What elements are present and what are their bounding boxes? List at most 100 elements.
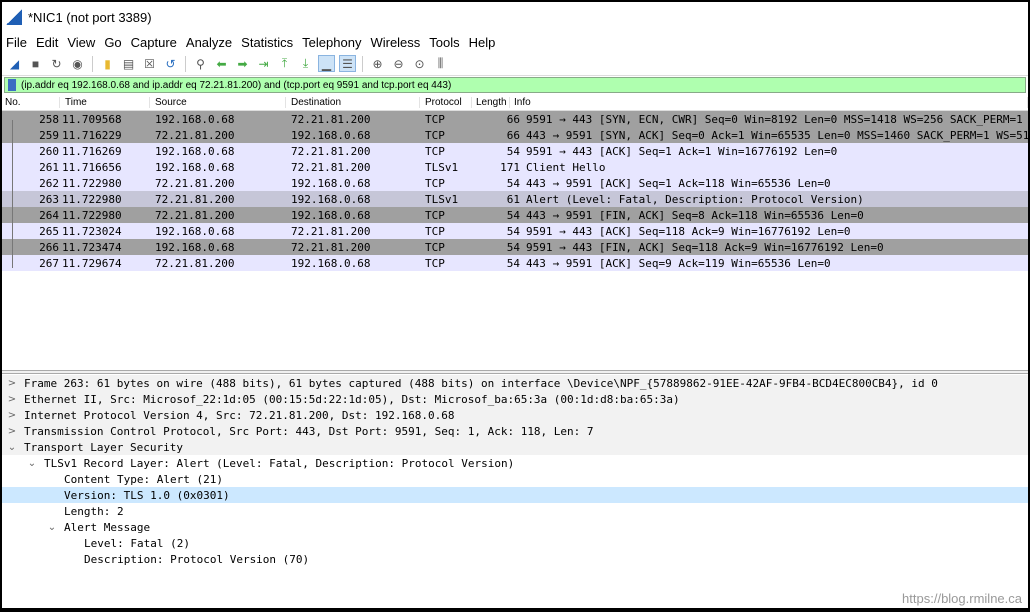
packet-no: 259 — [39, 128, 59, 142]
packet-row[interactable]: 259 11.716229 72.21.81.200 192.168.0.68 TCP 6… — [2, 127, 1028, 143]
column-header-no[interactable]: No. — [2, 96, 60, 108]
chevron-right-icon[interactable]: > — [6, 394, 18, 405]
packet-proto: TCP — [425, 208, 445, 222]
menu-file[interactable]: File — [6, 35, 27, 50]
packet-row[interactable]: 263 11.722980 72.21.81.200 192.168.0.68 TLSv… — [2, 191, 1028, 207]
packet-info: 443 → 9591 [ACK] Seq=9 Ack=119 Win=65536… — [526, 256, 831, 270]
packet-src: 72.21.81.200 — [155, 256, 235, 270]
packet-src: 192.168.0.68 — [155, 144, 235, 158]
save-icon[interactable]: ▤ — [120, 55, 137, 72]
column-header-length[interactable]: Length — [472, 96, 510, 108]
detail-row[interactable]: ⌄ TLSv1 Record Layer: Alert (Level: Fatal… — [2, 455, 1028, 471]
packet-proto: TCP — [425, 144, 445, 158]
menu-wireless[interactable]: Wireless — [370, 35, 420, 50]
restart-icon[interactable]: ↻ — [48, 55, 65, 72]
detail-row[interactable]: Version: TLS 1.0 (0x0301) — [2, 487, 1028, 503]
pane-splitter[interactable] — [2, 370, 1028, 374]
chevron-down-icon[interactable]: ⌄ — [26, 458, 38, 469]
menu-analyze[interactable]: Analyze — [186, 35, 232, 50]
display-filter-bar[interactable]: (ip.addr eq 192.168.0.68 and ip.addr eq … — [4, 77, 1026, 93]
find-icon[interactable]: ⚲ — [192, 55, 209, 72]
detail-text: Level: Fatal (2) — [84, 536, 190, 550]
first-packet-icon[interactable]: ⤒ — [276, 55, 293, 72]
detail-row[interactable]: Content Type: Alert (21) — [2, 471, 1028, 487]
display-filter-input[interactable]: (ip.addr eq 192.168.0.68 and ip.addr eq … — [21, 80, 451, 91]
stop-icon[interactable]: ■ — [27, 55, 44, 72]
detail-row[interactable]: > Transmission Control Protocol, Src Port… — [2, 423, 1028, 439]
window-title: *NIC1 (not port 3389) — [28, 9, 152, 25]
go-to-packet-icon[interactable]: ⇥ — [255, 55, 272, 72]
toolbar-separator — [92, 55, 93, 72]
zoom-out-icon[interactable]: ⊖ — [390, 55, 407, 72]
chevron-down-icon[interactable]: ⌄ — [46, 522, 58, 533]
packet-proto: TCP — [425, 240, 445, 254]
watermark: https://blog.rmilne.ca — [902, 591, 1022, 606]
packet-proto: TCP — [425, 176, 445, 190]
toolbar-separator — [185, 55, 186, 72]
packet-time: 11.716269 — [62, 144, 122, 158]
resize-columns-icon[interactable]: ⫼ — [432, 55, 449, 72]
packet-row[interactable]: 265 11.723024 192.168.0.68 72.21.81.200 TCP 5… — [2, 223, 1028, 239]
packet-row[interactable]: 261 11.716656 192.168.0.68 72.21.81.200 TLSv… — [2, 159, 1028, 175]
detail-text: Frame 263: 61 bytes on wire (488 bits), … — [24, 376, 938, 390]
detail-row[interactable]: ⌄ Transport Layer Security — [2, 439, 1028, 455]
open-icon[interactable]: ▮ — [99, 55, 116, 72]
normal-size-icon[interactable]: ⊙ — [411, 55, 428, 72]
detail-row[interactable]: Level: Fatal (2) — [2, 535, 1028, 551]
packet-len: 54 — [506, 240, 520, 254]
column-header-protocol[interactable]: Protocol — [420, 96, 472, 108]
zoom-in-icon[interactable]: ⊕ — [369, 55, 386, 72]
menu-statistics[interactable]: Statistics — [241, 35, 293, 50]
forward-icon[interactable]: ➡ — [234, 55, 251, 72]
packet-time: 11.723474 — [62, 240, 122, 254]
chevron-right-icon[interactable]: > — [6, 378, 18, 389]
packet-dst: 72.21.81.200 — [291, 112, 371, 126]
bookmark-icon[interactable] — [8, 79, 16, 91]
autoscroll-icon[interactable]: ▁ — [318, 55, 335, 72]
reload-icon[interactable]: ↺ — [162, 55, 179, 72]
column-header-time[interactable]: Time — [60, 96, 150, 108]
colorize-icon[interactable]: ☰ — [339, 55, 356, 72]
menu-capture[interactable]: Capture — [131, 35, 177, 50]
packet-row[interactable]: 264 11.722980 72.21.81.200 192.168.0.68 TCP 5… — [2, 207, 1028, 223]
detail-row[interactable]: > Internet Protocol Version 4, Src: 72.21… — [2, 407, 1028, 423]
menu-tools[interactable]: Tools — [429, 35, 459, 50]
main-toolbar: ◢ ■ ↻ ◉ ▮ ▤ ☒ ↺ ⚲ ⬅ ➡ ⇥ ⤒ ⤓ ▁ ☰ ⊕ ⊖ ⊙ ⫼ — [2, 52, 1028, 76]
back-icon[interactable]: ⬅ — [213, 55, 230, 72]
detail-row[interactable]: > Ethernet II, Src: Microsof_22:1d:05 (00… — [2, 391, 1028, 407]
column-header-destination[interactable]: Destination — [286, 96, 420, 108]
detail-row[interactable]: Length: 2 — [2, 503, 1028, 519]
packet-list-header: No. Time Source Destination Protocol Length In… — [2, 94, 1028, 111]
detail-text: Content Type: Alert (21) — [64, 472, 223, 486]
packet-dst: 192.168.0.68 — [291, 208, 371, 222]
detail-row[interactable]: ⌄ Alert Message — [2, 519, 1028, 535]
detail-text: Description: Protocol Version (70) — [84, 552, 310, 566]
detail-text: TLSv1 Record Layer: Alert (Level: Fatal,… — [44, 456, 515, 470]
packet-row[interactable]: 266 11.723474 192.168.0.68 72.21.81.200 TCP 5… — [2, 239, 1028, 255]
last-packet-icon[interactable]: ⤓ — [297, 55, 314, 72]
column-header-source[interactable]: Source — [150, 96, 286, 108]
detail-row[interactable]: > Frame 263: 61 bytes on wire (488 bits),… — [2, 375, 1028, 391]
packet-row[interactable]: 260 11.716269 192.168.0.68 72.21.81.200 TCP 5… — [2, 143, 1028, 159]
packet-row[interactable]: 258 11.709568 192.168.0.68 72.21.81.200 TCP 6… — [2, 111, 1028, 127]
packet-row[interactable]: 262 11.722980 72.21.81.200 192.168.0.68 TCP 5… — [2, 175, 1028, 191]
chevron-down-icon[interactable]: ⌄ — [6, 442, 18, 453]
packet-dst: 72.21.81.200 — [291, 144, 371, 158]
detail-row[interactable]: Description: Protocol Version (70) — [2, 551, 1028, 567]
shark-fin-icon[interactable]: ◢ — [6, 55, 23, 72]
chevron-right-icon[interactable]: > — [6, 426, 18, 437]
packet-info: 9591 → 443 [ACK] Seq=118 Ack=9 Win=16776… — [526, 224, 851, 238]
menu-telephony[interactable]: Telephony — [302, 35, 361, 50]
menu-go[interactable]: Go — [104, 35, 121, 50]
menu-bar: File Edit View Go Capture Analyze Statistics Te… — [2, 32, 1028, 52]
packet-dst: 192.168.0.68 — [291, 176, 371, 190]
chevron-right-icon[interactable]: > — [6, 410, 18, 421]
menu-help[interactable]: Help — [469, 35, 496, 50]
menu-view[interactable]: View — [67, 35, 95, 50]
column-header-info[interactable]: Info — [510, 96, 1028, 108]
close-file-icon[interactable]: ☒ — [141, 55, 158, 72]
packet-dst: 72.21.81.200 — [291, 240, 371, 254]
options-icon[interactable]: ◉ — [69, 55, 86, 72]
menu-edit[interactable]: Edit — [36, 35, 58, 50]
packet-row[interactable]: 267 11.729674 72.21.81.200 192.168.0.68 TCP 5… — [2, 255, 1028, 271]
